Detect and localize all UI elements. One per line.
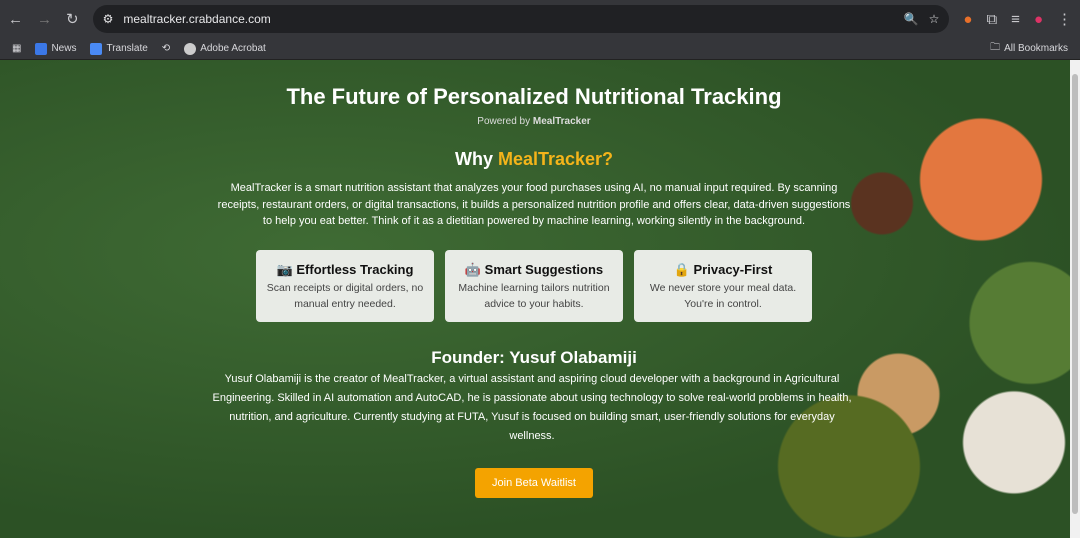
all-bookmarks[interactable]: 🗀 All Bookmarks [990,40,1068,57]
forward-icon[interactable]: → [37,11,52,28]
back-icon[interactable]: ← [8,11,23,28]
history-icon[interactable]: ⟲ [162,43,170,54]
join-waitlist-button[interactable]: Join Beta Waitlist [475,467,593,498]
url-text: mealtracker.crabdance.com [123,12,271,26]
page-title: The Future of Personalized Nutritional T… [286,84,782,109]
site-info-icon[interactable]: ⚙ [103,12,114,26]
browser-toolbar: ← → ↻ ⚙ mealtracker.crabdance.com 🔍 ☆ ● … [0,0,1080,38]
apps-icon[interactable]: ▦ [12,43,21,54]
powered-by: Powered by MealTracker [477,116,591,127]
address-bar[interactable]: ⚙ mealtracker.crabdance.com 🔍 ☆ [92,5,950,33]
avatar[interactable]: ● [1034,11,1043,28]
page: The Future of Personalized Nutritional T… [0,60,1080,538]
founder-heading: Founder: Yusuf Olabamiji [431,347,637,367]
robot-icon: 🤖 [464,261,482,277]
bookmarks-bar: ▦ News Translate ⟲ Adobe Acrobat 🗀 All B… [0,38,1080,60]
extensions-icon[interactable]: ⧉ [986,11,997,28]
zoom-icon[interactable]: 🔍 [904,12,919,26]
extension-icon[interactable]: ● [963,11,972,28]
why-heading: Why MealTracker? [454,149,614,169]
star-icon[interactable]: ☆ [929,12,940,26]
feature-card-effortless-tracking: 📷 Effortless Tracking Scan receipts or di… [256,249,434,322]
camera-icon: 📷 [276,261,293,277]
scrollbar[interactable] [1070,60,1080,538]
lock-icon: 🔒 [673,261,690,277]
media-icon[interactable]: ≡ [1011,11,1020,28]
feature-card-privacy-first: 🔒 Privacy-First We never store your meal … [634,249,812,322]
feature-card-smart-suggestions: 🤖 Smart Suggestions Machine learning tail… [445,249,623,322]
why-description: MealTracker is a smart nutrition assista… [217,182,851,227]
founder-bio: Yusuf Olabamiji is the creator of MealTr… [212,372,852,442]
bookmark-adobe-acrobat[interactable]: Adobe Acrobat [184,42,266,55]
bookmark-news[interactable]: News [35,42,76,55]
reload-icon[interactable]: ↻ [66,10,79,28]
bookmark-translate[interactable]: Translate [90,42,148,55]
menu-icon[interactable]: ⋮ [1057,10,1072,28]
